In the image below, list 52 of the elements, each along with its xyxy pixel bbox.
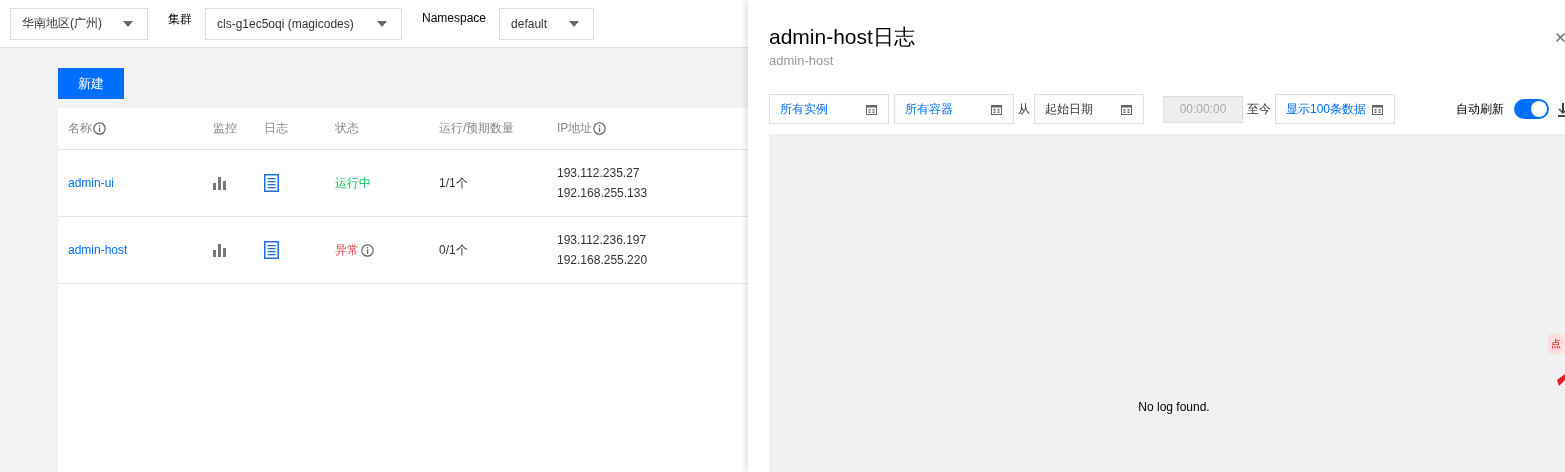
badge: 点 (1548, 334, 1564, 354)
drawer-title: admin-host日志 (769, 24, 915, 50)
flag-icon (1557, 374, 1565, 386)
calendar-icon (866, 103, 877, 115)
status-text: 运行中 (335, 174, 371, 192)
table-cell: 1/1个 (439, 174, 468, 192)
namespace-dropdown[interactable]: default (499, 7, 595, 40)
time-field: 00:00:00 (1163, 95, 1243, 123)
ip-address: 193.112.235.27 (557, 166, 640, 180)
table-cell: 0/1个 (439, 241, 468, 259)
bar-chart-icon[interactable] (213, 243, 227, 257)
column-header: IP地址 (557, 120, 593, 137)
date-field[interactable]: 起始日期 (1034, 94, 1144, 124)
select-field[interactable]: 所有实例 (769, 94, 889, 124)
column-header: 运行/预期数量 (439, 120, 515, 137)
ip-address: 192.168.255.133 (557, 186, 648, 200)
column-header: 日志 (264, 120, 288, 137)
document-icon[interactable] (264, 241, 279, 259)
drawer-subtitle: admin-host (769, 53, 835, 68)
column-header: 名称 (68, 120, 92, 137)
range-label: 至今 (1247, 100, 1271, 118)
cluster-label: 集群 (168, 11, 192, 28)
download-icon (1558, 103, 1565, 117)
select-field[interactable]: 显示100条数据 (1275, 94, 1395, 124)
ip-address: 193.112.236.197 (557, 233, 647, 247)
name-link[interactable]: admin-ui (68, 176, 115, 190)
info-icon (593, 122, 607, 135)
caret-down-icon (123, 20, 133, 27)
close-icon[interactable] (1556, 33, 1565, 42)
namespace-label: Namespace (422, 11, 487, 25)
status-text: 异常 (335, 241, 359, 259)
auto-refresh-label: 自动刷新 (1456, 100, 1504, 118)
create-button[interactable]: 新建 (58, 68, 124, 99)
caret-down-icon (377, 20, 387, 27)
bar-chart-icon[interactable] (213, 176, 227, 190)
column-header: 状态 (335, 120, 359, 137)
auto-refresh-toggle[interactable] (1514, 99, 1549, 119)
ip-address: 192.168.255.220 (557, 253, 648, 267)
range-label: 从 (1018, 100, 1030, 118)
calendar-icon (1121, 103, 1132, 115)
calendar-icon (1372, 103, 1383, 115)
empty-message: No log found. (1138, 400, 1210, 414)
info-icon (93, 122, 106, 135)
caret-down-icon (569, 20, 580, 27)
cluster-dropdown[interactable]: cls-g1ec5oqi (magicodes) (205, 7, 402, 40)
column-header: 监控 (213, 120, 237, 137)
region-dropdown[interactable]: 华南地区(广州) (10, 7, 148, 40)
info-icon (361, 243, 374, 257)
calendar-icon (991, 103, 1002, 115)
name-link[interactable]: admin-host (68, 243, 128, 257)
select-field[interactable]: 所有容器 (894, 94, 1014, 124)
document-icon[interactable] (264, 174, 279, 192)
